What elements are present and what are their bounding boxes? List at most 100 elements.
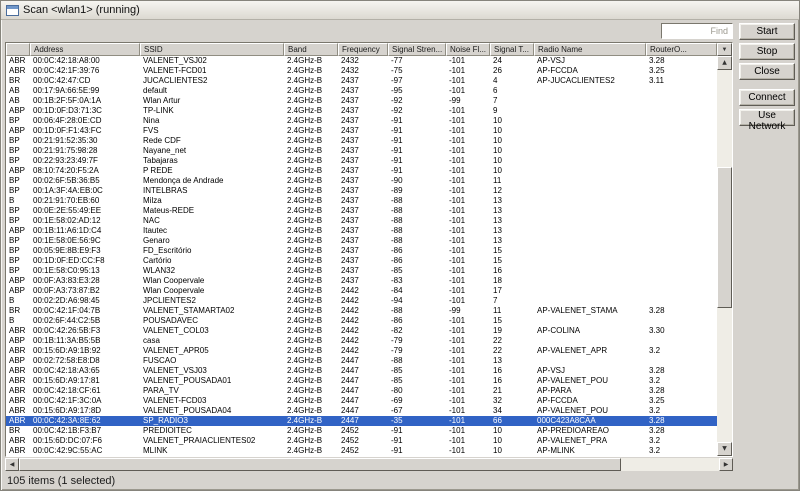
cell-address: 00:15:6D:DC:07:F6: [33, 436, 102, 445]
column-header-routeros[interactable]: RouterO...: [646, 43, 717, 56]
cell-radio-name: [534, 176, 646, 186]
cell-noise-floor: -101: [449, 186, 466, 195]
column-header-frequency[interactable]: Frequency: [338, 43, 388, 56]
table-row[interactable]: ABR 00:15:6D:A9:17:81 VALENET_POUSADA01 2.4…: [6, 376, 717, 386]
find-input[interactable]: [661, 23, 733, 39]
column-header-signal-to-noise[interactable]: Signal T...: [490, 43, 534, 56]
table-row[interactable]: BP 00:1A:3F:4A:EB:0C INTELBRAS 2.4GHz-B 2437…: [6, 186, 717, 196]
cell-band: 2.4GHz-B: [287, 246, 323, 255]
start-button[interactable]: Start: [739, 23, 795, 40]
horizontal-scroll-track[interactable]: [19, 458, 719, 471]
cell-routeros: [646, 236, 717, 246]
cell-frequency: 2452: [341, 436, 359, 445]
column-header-signal-strength[interactable]: Signal Stren...: [388, 43, 446, 56]
cell-ssid: Mateus-REDE: [143, 206, 195, 215]
table-row[interactable]: BP 00:02:6F:5B:36:B5 Mendonça de Andrade 2.…: [6, 176, 717, 186]
table-row[interactable]: ABP 00:0F:A3:83:E3:28 Wlan Coopervale 2.4GH…: [6, 276, 717, 286]
cell-ssid: POUSADAVEC: [143, 316, 198, 325]
horizontal-scrollbar[interactable]: ◀ ▶: [5, 458, 733, 471]
horizontal-scroll-thumb[interactable]: [19, 458, 621, 471]
table-row[interactable]: BR 00:0C:42:47:CD JUCACLIENTES2 2.4GHz-B 243…: [6, 76, 717, 86]
table-row[interactable]: ABP 00:1B:11:A6:1D:C4 Itautec 2.4GHz-B 2437 -…: [6, 226, 717, 236]
table-row[interactable]: ABP 00:0F:A3:73:87:B2 Wlan Coopervale 2.4GH…: [6, 286, 717, 296]
table-row[interactable]: ABR 00:0C:42:18:CF:61 PARA_TV 2.4GHz-B 2447 -…: [6, 386, 717, 396]
table-row[interactable]: BP 00:1E:58:C0:95:13 WLAN32 2.4GHz-B 2437 -85…: [6, 266, 717, 276]
table-row[interactable]: B 00:02:2D:A6:98:45 JPCLIENTES2 2.4GHz-B 244…: [6, 296, 717, 306]
cell-flags: B: [9, 296, 15, 305]
cell-band: 2.4GHz-B: [287, 446, 323, 455]
scroll-left-button[interactable]: ◀: [5, 458, 19, 471]
table-row[interactable]: ABR 00:15:6D:DC:07:F6 VALENET_PRAIACLIENTE…: [6, 436, 717, 446]
cell-band: 2.4GHz-B: [287, 56, 323, 65]
vertical-scrollbar[interactable]: ▲ ▼: [717, 56, 732, 456]
table-row[interactable]: ABR 00:0C:42:18:A8:00 VALENET_VSJ02 2.4GHz-…: [6, 56, 717, 66]
table-row[interactable]: BP 00:21:91:52:35:30 Rede CDF 2.4GHz-B 2437 -…: [6, 136, 717, 146]
cell-radio-name: [534, 226, 646, 236]
cell-signal-to-noise: 10: [493, 166, 502, 175]
scroll-right-button[interactable]: ▶: [719, 458, 733, 471]
cell-band: 2.4GHz-B: [287, 156, 323, 165]
column-config-button[interactable]: ▼: [717, 43, 732, 56]
table-row[interactable]: BR 00:0C:42:1F:04:7B VALENET_STAMARTA02 2.4…: [6, 306, 717, 316]
cell-ssid: VALENET_APR05: [143, 346, 209, 355]
table-row[interactable]: AB 00:1B:2F:5F:0A:1A Wlan Artur 2.4GHz-B 243…: [6, 96, 717, 106]
cell-noise-floor: -101: [449, 246, 466, 255]
column-header-flags[interactable]: [6, 43, 30, 56]
table-row[interactable]: ABR 00:0C:42:9C:55:AC MLINK 2.4GHz-B 2452 -91…: [6, 446, 717, 456]
use-network-button[interactable]: Use Network: [739, 109, 795, 132]
cell-ssid: VALENET_COL03: [143, 326, 209, 335]
table-row[interactable]: BP 00:1E:58:0E:56:9C Genaro 2.4GHz-B 2437 -88…: [6, 236, 717, 246]
table-row[interactable]: BP 00:22:93:23:49:7F Tabajaras 2.4GHz-B 2437…: [6, 156, 717, 166]
table-row[interactable]: ABR 00:0C:42:26:5B:F3 VALENET_COL03 2.4GHz-…: [6, 326, 717, 336]
cell-routeros: [646, 96, 717, 106]
table-row[interactable]: BP 00:05:9E:8B:E9:F3 FD_Escritório 2.4GHz-B…: [6, 246, 717, 256]
cell-address: 00:22:93:23:49:7F: [33, 156, 98, 165]
column-header-ssid[interactable]: SSID: [140, 43, 284, 56]
scroll-up-button[interactable]: ▲: [717, 56, 732, 70]
table-row[interactable]: ABP 00:02:72:58:E8:D8 FUSCAO 2.4GHz-B 2447 -8…: [6, 356, 717, 366]
cell-frequency: 2437: [341, 136, 359, 145]
cell-noise-floor: -101: [449, 286, 466, 295]
table-row[interactable]: AB 00:17:9A:66:5E:99 default 2.4GHz-B 2437 -9…: [6, 86, 717, 96]
table-row[interactable]: ABR 00:0C:42:18:A3:65 VALENET_VSJ03 2.4GHz-…: [6, 366, 717, 376]
table-row[interactable]: ABP 00:1B:11:3A:B5:5B casa 2.4GHz-B 2442 -79 -…: [6, 336, 717, 346]
table-row[interactable]: ABR 00:0C:42:1F:39:76 VALENET-FCD01 2.4GHz-…: [6, 66, 717, 76]
stop-button[interactable]: Stop: [739, 43, 795, 60]
cell-flags: BP: [9, 256, 20, 265]
table-row[interactable]: B 00:21:91:70:EB:60 Milza 2.4GHz-B 2437 -88 -1…: [6, 196, 717, 206]
table-row[interactable]: BR 00:0C:42:1B:F3:B7 PREDIOITEC 2.4GHz-B 245…: [6, 426, 717, 436]
table-row[interactable]: ABP 08:10:74:20:F5:2A P REDE 2.4GHz-B 2437 -9…: [6, 166, 717, 176]
cell-ssid: casa: [143, 336, 160, 345]
table-row[interactable]: BP 00:1E:58:02:AD:12 NAC 2.4GHz-B 2437 -88 -10…: [6, 216, 717, 226]
table-row[interactable]: BP 00:21:91:75:98:28 Nayane_net 2.4GHz-B 243…: [6, 146, 717, 156]
table-row[interactable]: ABP 00:1D:0F:F1:43:FC FVS 2.4GHz-B 2437 -91 -1…: [6, 126, 717, 136]
column-header-address[interactable]: Address: [30, 43, 140, 56]
cell-ssid: Genaro: [143, 236, 170, 245]
connect-button[interactable]: Connect: [739, 89, 795, 106]
titlebar[interactable]: Scan <wlan1> (running): [1, 1, 799, 20]
cell-band: 2.4GHz-B: [287, 116, 323, 125]
table-row[interactable]: ABP 00:1D:0F:D3:71:3C TP-LINK 2.4GHz-B 2437 -…: [6, 106, 717, 116]
cell-routeros: [646, 276, 717, 286]
table-row[interactable]: BP 00:1D:0F:ED:CC:F8 Cartório 2.4GHz-B 2437 -…: [6, 256, 717, 266]
scroll-down-button[interactable]: ▼: [717, 442, 732, 456]
cell-noise-floor: -101: [449, 336, 466, 345]
table-row[interactable]: ABR 00:15:6D:A9:17:8D VALENET_POUSADA04 2.4…: [6, 406, 717, 416]
cell-band: 2.4GHz-B: [287, 106, 323, 115]
cell-address: 00:1A:3F:4A:EB:0C: [33, 186, 103, 195]
cell-flags: BR: [9, 426, 21, 435]
table-row[interactable]: ABR 00:0C:42:1F:3C:0A VALENET-FCD03 2.4GHz-…: [6, 396, 717, 406]
close-button[interactable]: Close: [739, 63, 795, 80]
cell-address: 00:0C:42:3A:8E:62: [33, 416, 101, 425]
table-row[interactable]: BP 00:0E:2E:55:49:EE Mateus-REDE 2.4GHz-B 24…: [6, 206, 717, 216]
table-row[interactable]: B 00:02:6F:44:C2:5B POUSADAVEC 2.4GHz-B 2442…: [6, 316, 717, 326]
table-row[interactable]: BP 00:06:4F:28:0E:CD Nina 2.4GHz-B 2437 -91 -1…: [6, 116, 717, 126]
column-header-radio-name[interactable]: Radio Name: [534, 43, 646, 56]
vertical-scroll-track[interactable]: [717, 70, 732, 442]
cell-band: 2.4GHz-B: [287, 336, 323, 345]
column-header-noise-floor[interactable]: Noise Fl...: [446, 43, 490, 56]
column-header-band[interactable]: Band: [284, 43, 338, 56]
vertical-scroll-thumb[interactable]: [717, 166, 732, 309]
table-row[interactable]: ABR 00:0C:42:3A:8E:62 SP_RADIO3 2.4GHz-B 244…: [6, 416, 717, 426]
table-row[interactable]: ABR 00:15:6D:A9:1B:92 VALENET_APR05 2.4GHz-…: [6, 346, 717, 356]
